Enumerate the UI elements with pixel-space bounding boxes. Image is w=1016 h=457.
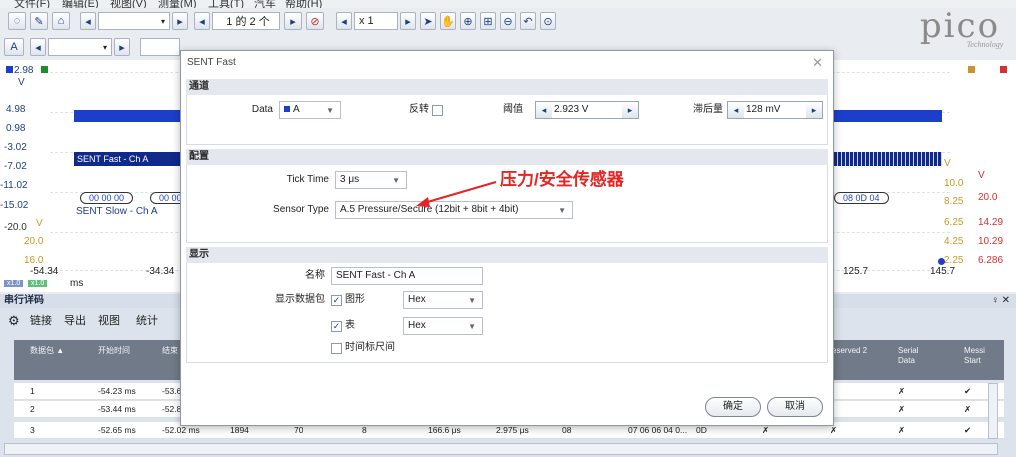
annotation-label: 压力/安全传感器	[500, 170, 624, 189]
annotation-arrow-icon	[416, 181, 497, 207]
